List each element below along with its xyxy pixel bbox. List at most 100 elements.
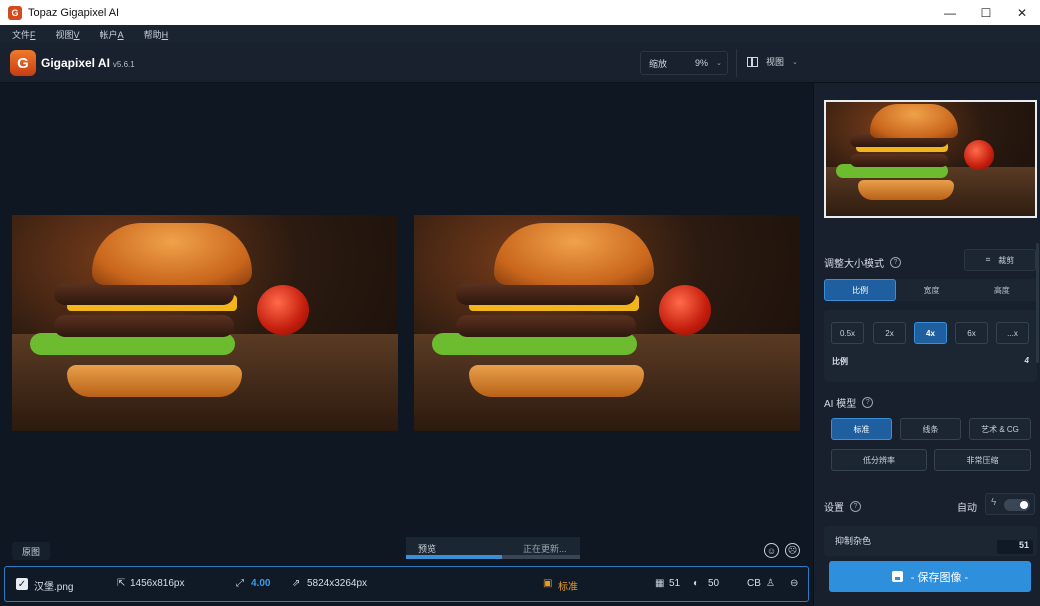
output-size: 5824x3264px — [307, 578, 368, 589]
face-value: CB — [747, 578, 761, 589]
scale-2x-button[interactable]: 2x — [873, 322, 906, 344]
file-checkbox[interactable]: ✓ — [16, 578, 28, 590]
save-label: - 保存图像 - — [910, 571, 969, 584]
patty-shape — [54, 283, 234, 305]
mode-height-option[interactable]: 高度 — [967, 279, 1037, 301]
help-icon[interactable]: ? — [890, 257, 901, 268]
noise-icon: ▦ — [655, 578, 665, 589]
source-size-icon: ⇱ — [117, 578, 126, 589]
resize-mode-title: 调整大小模式 ? — [824, 255, 901, 270]
navigator-thumbnail[interactable] — [824, 100, 1037, 218]
chevron-down-icon: ⌄ — [716, 60, 722, 67]
settings-sidebar: 调整大小模式 ? ⌗ 裁剪 比例 宽度 高度 0.5x 2x 4x 6x ...… — [813, 83, 1040, 606]
model-very-compressed-button[interactable]: 非常压缩 — [934, 449, 1031, 471]
menu-account-key: A — [117, 29, 124, 40]
patty-shape — [850, 154, 948, 167]
toggle-switch[interactable] — [1004, 499, 1030, 511]
tomato-shape — [257, 285, 309, 335]
model-art-cg-button[interactable]: 艺术 & CG — [969, 418, 1031, 440]
preview-tab[interactable]: 预览 正在更新... — [406, 537, 580, 559]
scale-0-5x-button[interactable]: 0.5x — [831, 322, 864, 344]
preview-progress-bar — [406, 555, 580, 559]
lightning-icon: ϟ — [991, 497, 997, 508]
bun-bottom-shape — [858, 180, 954, 200]
original-tab[interactable]: 原图 — [12, 542, 50, 560]
menu-help-label: 帮助 — [143, 29, 162, 40]
menu-help[interactable]: 帮助H — [144, 28, 169, 41]
image-canvas[interactable] — [0, 83, 813, 565]
auto-label: 自动 — [957, 503, 977, 514]
menu-account[interactable]: 帐户A — [100, 28, 124, 41]
output-size-icon: ⇗ — [292, 578, 301, 589]
scale-6x-button[interactable]: 6x — [955, 322, 988, 344]
view-dropdown[interactable]: 视图 ⌄ — [747, 55, 798, 68]
split-view-icon — [747, 56, 758, 67]
window-controls: — ☐ ✕ — [932, 0, 1040, 25]
noise-value: 51 — [669, 578, 681, 589]
maximize-button[interactable]: ☐ — [968, 0, 1004, 25]
toolbar-divider — [736, 49, 737, 77]
mode-scale-option[interactable]: 比例 — [824, 279, 897, 301]
remove-icon[interactable]: ⊖ — [790, 578, 798, 589]
title-bar: G Topaz Gigapixel AI — ☐ ✕ — [0, 0, 1040, 25]
zoom-dropdown[interactable]: 缩放 9% ⌄ — [640, 51, 728, 75]
auto-settings-toggle[interactable]: ϟ — [985, 493, 1035, 515]
brand-name: Gigapixel AI — [41, 56, 110, 70]
scale-custom-button[interactable]: ...x — [996, 322, 1029, 344]
model-standard-button[interactable]: 标准 — [831, 418, 892, 440]
help-icon[interactable]: ? — [862, 397, 874, 408]
updating-status: 正在更新... — [523, 544, 567, 554]
model-low-res-button[interactable]: 低分辨率 — [831, 449, 927, 471]
model-name: 标准 — [558, 582, 578, 593]
mode-width-option[interactable]: 宽度 — [896, 279, 966, 301]
blur-value: 50 — [708, 578, 720, 589]
menu-file[interactable]: 文件F — [12, 28, 36, 41]
minimize-button[interactable]: — — [932, 0, 968, 25]
tomato-shape — [964, 140, 994, 170]
scale-field-label: 比例 — [832, 357, 848, 366]
menu-view-key: V — [73, 29, 80, 40]
bun-bottom-shape — [469, 365, 644, 397]
scale-4x-button[interactable]: 4x — [914, 322, 947, 344]
menu-view[interactable]: 视图V — [56, 28, 80, 41]
bun-top-shape — [494, 223, 654, 285]
patty-shape — [456, 283, 636, 305]
brand-title: Gigapixel AI v5.6.1 — [41, 56, 135, 70]
menu-view-label: 视图 — [55, 29, 74, 40]
bun-top-shape — [92, 223, 252, 285]
bun-bottom-shape — [67, 365, 242, 397]
menu-file-label: 文件 — [12, 29, 31, 40]
face-recovery-icon[interactable]: ☺ — [764, 543, 779, 558]
ai-model-label: AI 模型 — [824, 399, 857, 410]
gigapixel-logo-icon: G — [10, 50, 36, 76]
scale-value: 4.00 — [251, 578, 271, 589]
suppress-noise-value[interactable]: 51 — [997, 540, 1033, 554]
face-feedback-icon[interactable]: ☹ — [785, 543, 800, 558]
close-button[interactable]: ✕ — [1004, 0, 1040, 25]
sidebar-scrollbar[interactable] — [1036, 243, 1039, 363]
window-title: Topaz Gigapixel AI — [28, 6, 120, 19]
blur-icon: ◐ — [693, 578, 700, 589]
toolbar: G Gigapixel AI v5.6.1 缩放 9% ⌄ 视图 ⌄ — [0, 43, 1040, 83]
preview-image — [414, 215, 800, 431]
thumbnail-image — [826, 102, 1035, 216]
scale-field-value[interactable]: 4 — [1025, 356, 1029, 365]
menu-help-key: H — [161, 29, 169, 40]
suppress-noise-label: 抑制杂色 — [835, 536, 872, 546]
view-label: 视图 — [766, 57, 785, 67]
crop-button[interactable]: ⌗ 裁剪 — [964, 249, 1036, 271]
save-icon — [891, 571, 903, 582]
patty-shape — [54, 315, 234, 337]
save-image-button[interactable]: - 保存图像 - — [829, 561, 1031, 592]
chevron-down-icon: ⌄ — [792, 58, 798, 66]
model-icon: ▣ — [543, 578, 553, 589]
menu-file-key: F — [30, 29, 36, 40]
ai-model-title: AI 模型 ? — [824, 395, 874, 410]
file-row[interactable]: ✓ 汉堡.png ⇱ 1456x816px ⤢ 4.00 ⇗ 5824x3264… — [4, 566, 809, 602]
scale-panel: 0.5x 2x 4x 6x ...x 比例 4 — [824, 310, 1037, 382]
model-lines-button[interactable]: 线条 — [900, 418, 961, 440]
zoom-label: 缩放 — [649, 58, 668, 69]
app-icon: G — [8, 5, 22, 20]
help-icon[interactable]: ? — [850, 501, 861, 512]
tomato-shape — [659, 285, 711, 335]
